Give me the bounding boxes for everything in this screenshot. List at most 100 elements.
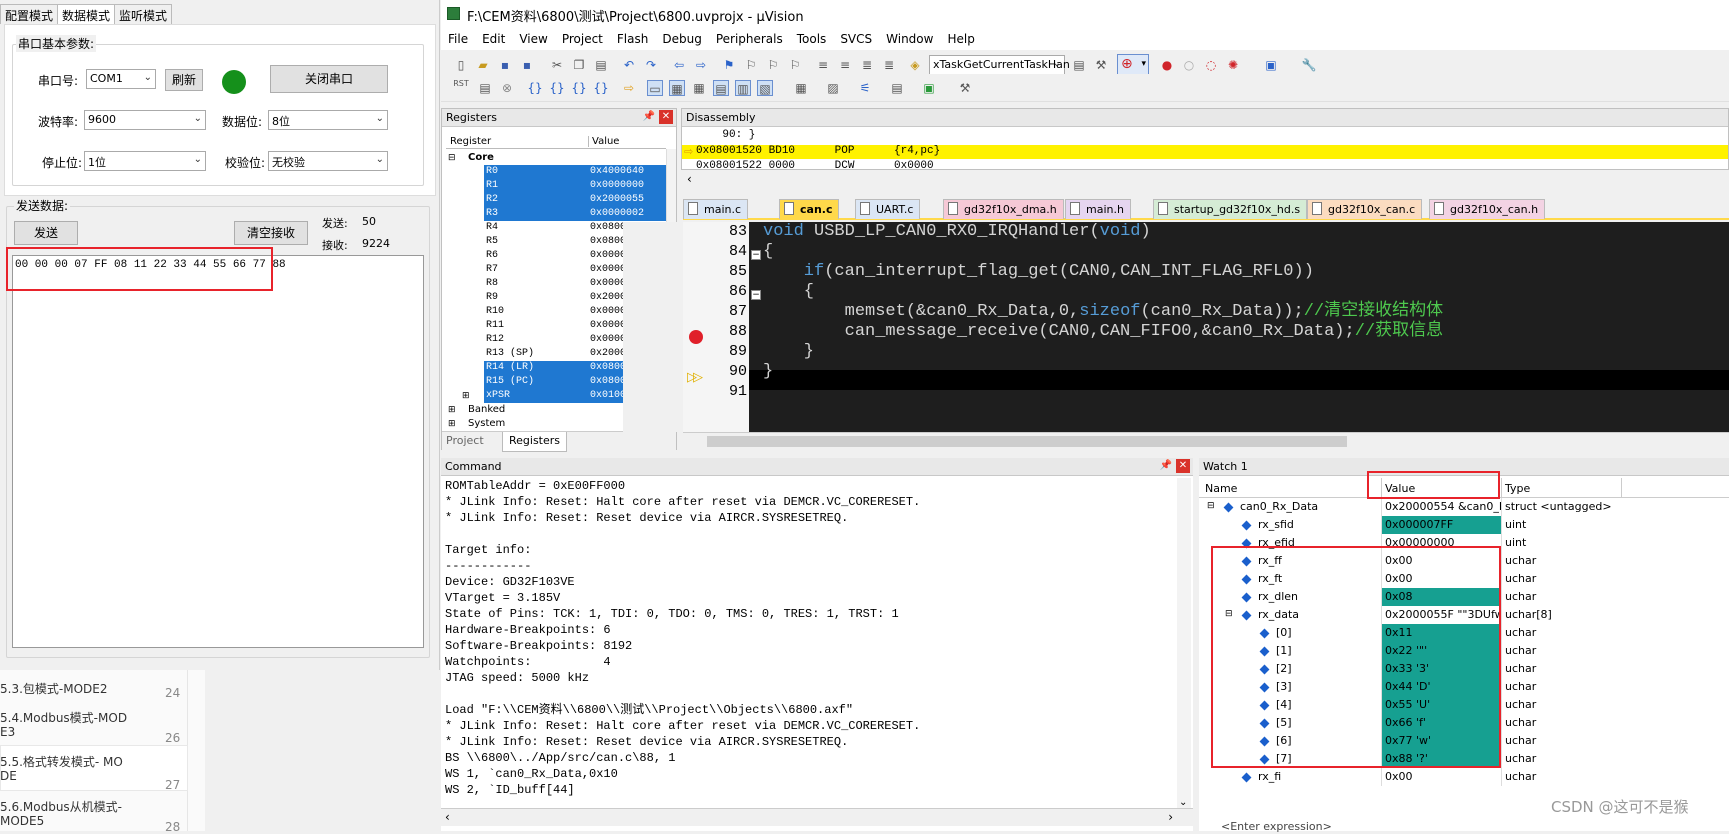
register-name[interactable]: R5 bbox=[486, 235, 498, 249]
bookmark-clear-icon[interactable]: ⚐ bbox=[787, 57, 803, 73]
menu-edit[interactable]: Edit bbox=[475, 28, 512, 50]
pin-icon[interactable]: 📌 bbox=[642, 110, 656, 124]
reset-icon[interactable]: RST bbox=[453, 80, 469, 96]
toolbox-icon[interactable]: ⚒ bbox=[957, 80, 973, 96]
step-over-icon[interactable]: {} bbox=[549, 80, 565, 96]
kill-all-breakpoints-icon[interactable]: ✺ bbox=[1225, 57, 1241, 73]
nav-forward-icon[interactable]: ⇨ bbox=[693, 57, 709, 73]
undo-icon[interactable]: ↶ bbox=[621, 57, 637, 73]
register-name[interactable]: R14 (LR) bbox=[486, 361, 534, 375]
editor-hscroll[interactable] bbox=[683, 432, 1729, 450]
toc-item[interactable]: 5.6.Modbus从机模式- bbox=[0, 798, 122, 815]
register-name[interactable]: R6 bbox=[486, 249, 498, 263]
step-into-icon[interactable]: {} bbox=[527, 80, 543, 96]
menu-view[interactable]: View bbox=[512, 28, 554, 50]
new-file-icon[interactable]: ▯ bbox=[453, 57, 469, 73]
watch-value[interactable]: 0x00 bbox=[1381, 768, 1501, 786]
configure-icon[interactable]: 🔧 bbox=[1301, 57, 1317, 73]
register-name[interactable]: R10 bbox=[486, 305, 504, 319]
command-window-icon[interactable]: ▭ bbox=[647, 80, 663, 96]
send-button[interactable]: 发送 bbox=[14, 221, 78, 245]
close-icon[interactable]: ✕ bbox=[1176, 459, 1190, 473]
register-name[interactable]: R8 bbox=[486, 277, 498, 291]
paste-icon[interactable]: ▤ bbox=[593, 57, 609, 73]
tab-project[interactable]: Project bbox=[446, 434, 484, 447]
register-name[interactable]: xPSR bbox=[486, 389, 510, 403]
enable-breakpoint-icon[interactable]: ○ bbox=[1181, 57, 1197, 73]
scroll-left-icon[interactable]: ‹ bbox=[445, 810, 450, 824]
parity-select[interactable]: 无校验 ⌄ bbox=[268, 151, 388, 171]
system-viewer-icon[interactable]: ▣ bbox=[921, 80, 937, 96]
disable-all-breakpoints-icon[interactable]: ◌ bbox=[1203, 57, 1219, 73]
register-name[interactable]: R9 bbox=[486, 291, 498, 305]
toc-item-active[interactable]: 5.5.格式转发模式- MO bbox=[0, 753, 123, 770]
breakpoint-icon[interactable] bbox=[689, 330, 703, 344]
tab-registers[interactable]: Registers bbox=[502, 432, 567, 452]
register-value[interactable]: 0x4000640 bbox=[590, 165, 644, 179]
run-icon[interactable]: ▤ bbox=[477, 80, 493, 96]
file-tab[interactable]: gd32f10x_can.h bbox=[1429, 199, 1545, 219]
comment-icon[interactable]: ≣ bbox=[859, 57, 875, 73]
register-name[interactable]: R2 bbox=[486, 193, 498, 207]
register-name[interactable]: R7 bbox=[486, 263, 498, 277]
analysis-window-icon[interactable]: ⚟ bbox=[857, 80, 873, 96]
incremental-find-icon[interactable]: ⚒ bbox=[1093, 57, 1109, 73]
memory-window-icon[interactable]: ▦ bbox=[793, 80, 809, 96]
watch-value[interactable]: 0x20000554 &can0_Rx... bbox=[1381, 498, 1501, 516]
register-name[interactable]: R1 bbox=[486, 179, 498, 193]
indent-icon[interactable]: ≡ bbox=[815, 57, 831, 73]
tree-expand-icon[interactable]: ⊞ bbox=[462, 389, 470, 403]
command-hscroll[interactable]: ‹ › bbox=[441, 808, 1193, 826]
run-to-cursor-icon[interactable]: {} bbox=[593, 80, 609, 96]
watch-row[interactable]: rx_sfid 0x000007FF uint bbox=[1199, 516, 1729, 534]
code-editor[interactable]: 83 void USBD_LP_CAN0_RX0_IRQHandler(void)… bbox=[683, 222, 1729, 432]
show-next-statement-icon[interactable]: ⇨ bbox=[621, 80, 637, 96]
register-name[interactable]: R13 (SP) bbox=[486, 347, 534, 361]
register-name[interactable]: R11 bbox=[486, 319, 504, 333]
nav-back-icon[interactable]: ⇦ bbox=[671, 57, 687, 73]
disassembly-window-icon[interactable]: ▦ bbox=[669, 80, 685, 96]
register-name[interactable]: R15 (PC) bbox=[486, 375, 534, 389]
save-all-icon[interactable]: ▪ bbox=[519, 57, 535, 73]
file-tab[interactable]: gd32f10x_can.c bbox=[1307, 199, 1422, 219]
scroll-left-icon[interactable]: ‹ bbox=[687, 172, 692, 186]
redo-icon[interactable]: ↷ bbox=[643, 57, 659, 73]
register-value[interactable]: 0x0000000 bbox=[590, 179, 644, 193]
tree-expand-icon[interactable]: ⊞ bbox=[448, 403, 456, 417]
baud-select[interactable]: 9600 ⌄ bbox=[84, 110, 206, 130]
serial-window-icon[interactable]: ▨ bbox=[825, 80, 841, 96]
watch-row[interactable]: rx_fi 0x00 uchar bbox=[1199, 768, 1729, 786]
menu-peripherals[interactable]: Peripherals bbox=[709, 28, 790, 50]
file-tab[interactable]: gd32f10x_dma.h bbox=[943, 199, 1064, 219]
tree-collapse-icon[interactable]: ⊟ bbox=[448, 151, 456, 165]
fold-collapse-icon[interactable]: − bbox=[751, 290, 761, 300]
register-name[interactable]: R4 bbox=[486, 221, 498, 235]
bookmark-icon[interactable]: ⚑ bbox=[721, 57, 737, 73]
save-icon[interactable]: ▪ bbox=[497, 57, 513, 73]
register-name[interactable]: R3 bbox=[486, 207, 498, 221]
registers-window-icon[interactable]: ▤ bbox=[713, 80, 729, 96]
scroll-right-icon[interactable]: › bbox=[1168, 810, 1173, 824]
tree-expand-icon[interactable]: ⊞ bbox=[448, 417, 456, 429]
uncomment-icon[interactable]: ≣ bbox=[881, 57, 897, 73]
bookmark-prev-icon[interactable]: ⚐ bbox=[743, 57, 759, 73]
insert-breakpoint-icon[interactable]: ● bbox=[1159, 57, 1175, 73]
stopbits-select[interactable]: 1位 ⌄ bbox=[84, 151, 206, 171]
register-value[interactable]: 0x2000055 bbox=[590, 193, 644, 207]
menu-help[interactable]: Help bbox=[940, 28, 981, 50]
register-name[interactable]: R0 bbox=[486, 165, 498, 179]
symbols-window-icon[interactable]: ▦ bbox=[691, 80, 707, 96]
window-layout-icon[interactable]: ▣ bbox=[1263, 57, 1279, 73]
disasm-hscroll[interactable]: ‹ bbox=[681, 170, 1729, 194]
menu-file[interactable]: File bbox=[441, 28, 475, 50]
command-vscroll[interactable]: ⌄ bbox=[1177, 478, 1191, 808]
cut-icon[interactable]: ✂ bbox=[549, 57, 565, 73]
stop-icon[interactable]: ⊗ bbox=[499, 80, 515, 96]
close-icon[interactable]: ✕ bbox=[659, 110, 673, 124]
file-tab[interactable]: startup_gd32f10x_hd.s bbox=[1153, 199, 1307, 219]
open-folder-icon[interactable]: ▰ bbox=[475, 57, 491, 73]
menu-project[interactable]: Project bbox=[555, 28, 610, 50]
watch-row[interactable]: ⊟ can0_Rx_Data 0x20000554 &can0_Rx...struc… bbox=[1199, 498, 1729, 516]
register-name[interactable]: R12 bbox=[486, 333, 504, 347]
scroll-thumb[interactable] bbox=[707, 436, 1347, 447]
